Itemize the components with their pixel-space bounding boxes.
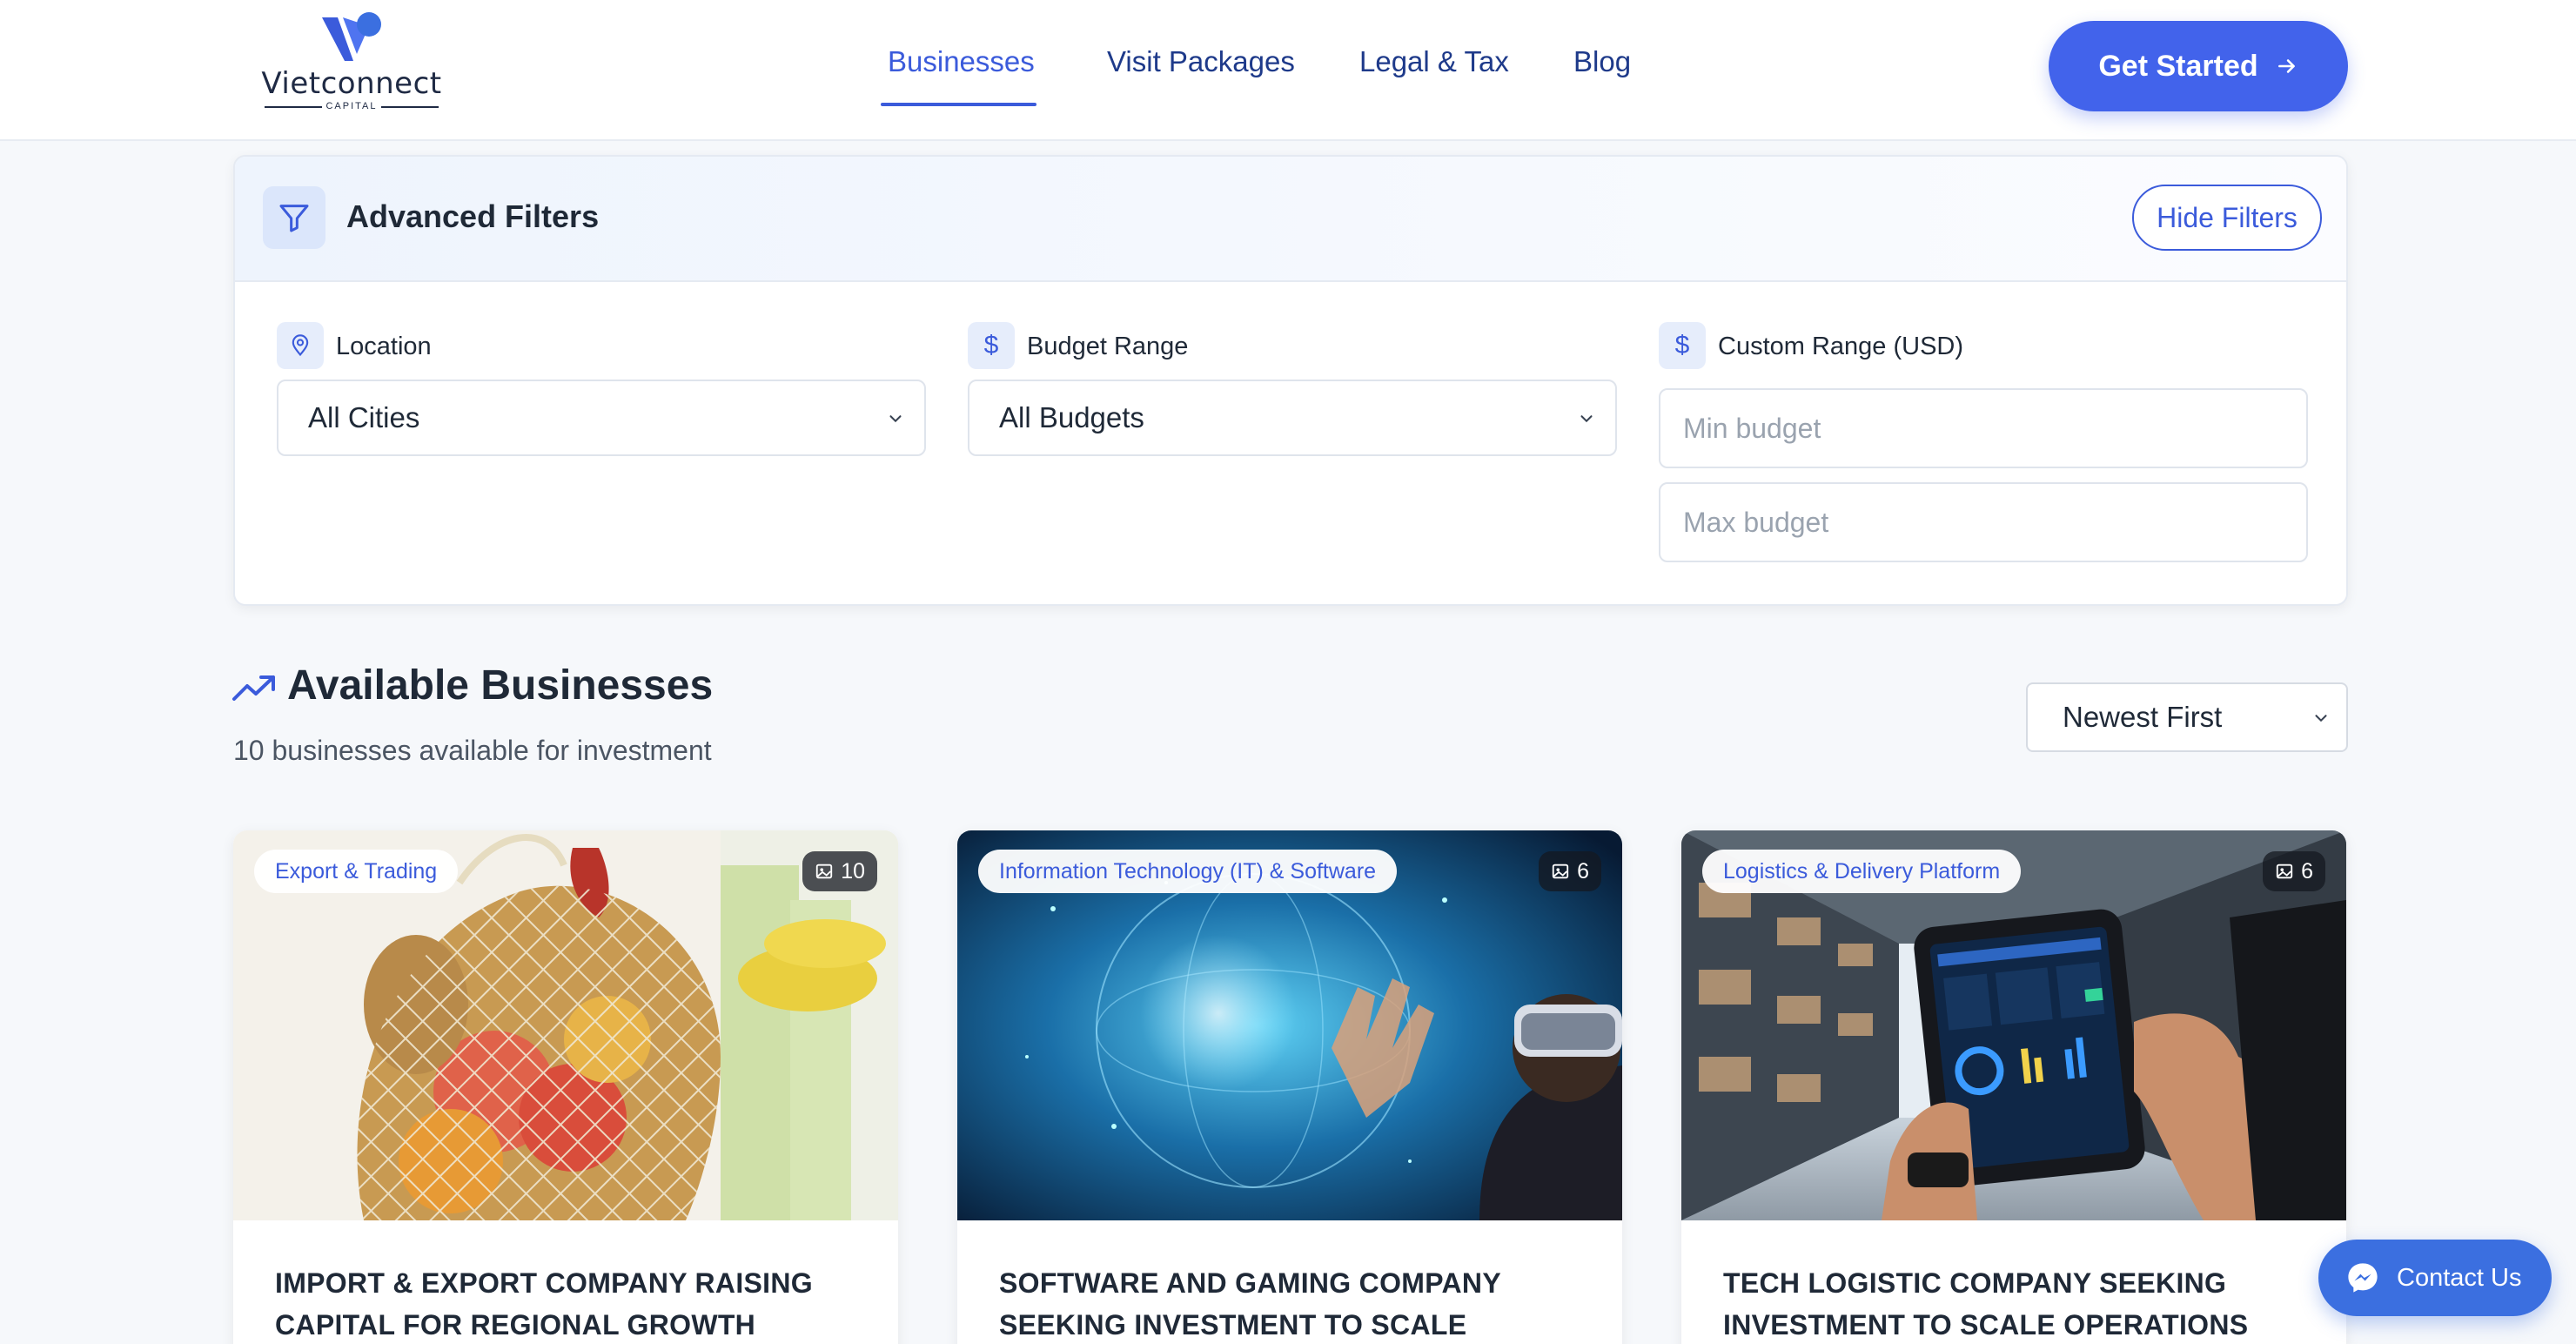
location-select[interactable]: All Cities — [277, 380, 926, 456]
image-count: 6 — [2301, 858, 2313, 884]
site-header: Vietconnect CAPITAL Businesses Visit Pac… — [0, 0, 2576, 141]
get-started-button[interactable]: Get Started — [2049, 21, 2348, 111]
chevron-down-icon — [889, 415, 902, 423]
image-icon — [816, 864, 833, 879]
arrow-right-icon — [2277, 59, 2295, 73]
custom-range-label-row: $ Custom Range (USD) — [1659, 322, 2308, 369]
budget-filter: $ Budget Range — [968, 322, 1617, 369]
advanced-filters-panel: Advanced Filters Hide Filters Location A… — [233, 155, 2348, 606]
brand-name: Vietconnect — [261, 66, 442, 101]
location-value: All Cities — [308, 401, 420, 433]
dollar-icon: $ — [1659, 322, 1706, 369]
location-filter: Location — [277, 322, 926, 369]
sort-select[interactable]: Newest First — [2026, 682, 2348, 752]
contact-us-label: Contact Us — [2397, 1263, 2522, 1292]
trending-up-icon — [232, 675, 275, 701]
image-count-badge: 6 — [2263, 851, 2325, 891]
nav-label: Businesses — [888, 45, 1035, 77]
max-budget-input[interactable]: Max budget — [1659, 482, 2308, 562]
business-image[interactable]: Logistics & Delivery Platform 6 — [1681, 830, 2346, 1220]
map-pin-icon — [277, 322, 324, 369]
image-icon — [1552, 864, 1569, 879]
nav-label: Legal & Tax — [1359, 45, 1509, 77]
category-badge: Logistics & Delivery Platform — [1702, 850, 2022, 893]
contact-us-button[interactable]: Contact Us — [2318, 1240, 2552, 1316]
listing-count: 10 businesses available for investment — [233, 735, 712, 766]
logo-mark-icon — [322, 12, 381, 61]
min-budget-placeholder: Min budget — [1683, 412, 1821, 444]
listing-title: Available Businesses — [287, 662, 714, 709]
filters-header: Advanced Filters Hide Filters — [235, 157, 2346, 282]
logo-divider-right — [381, 106, 439, 108]
business-title[interactable]: Tech Logistic Company Seeking Investment… — [1723, 1262, 2315, 1344]
dollar-icon: $ — [968, 322, 1015, 369]
active-indicator — [881, 103, 1036, 106]
image-count: 6 — [1577, 858, 1589, 884]
custom-range-label: Custom Range (USD) — [1718, 333, 1964, 360]
budget-select[interactable]: All Budgets — [968, 380, 1617, 456]
filters-title: Advanced Filters — [346, 198, 600, 234]
image-count-badge: 10 — [802, 851, 877, 891]
business-card[interactable]: Export & Trading 10 Import & Export Comp… — [233, 830, 898, 1344]
brand-logo[interactable]: Vietconnect CAPITAL — [256, 10, 447, 111]
nav-item-blog[interactable]: Blog — [1573, 45, 1631, 103]
business-card[interactable]: Logistics & Delivery Platform 6 Tech Log… — [1681, 830, 2346, 1344]
min-budget-input[interactable]: Min budget — [1659, 388, 2308, 468]
location-label: Location — [336, 333, 432, 360]
hide-filters-button[interactable]: Hide Filters — [2132, 185, 2322, 251]
business-card[interactable]: Information Technology (IT) & Software 6… — [957, 830, 1622, 1344]
location-label-row: Location — [277, 322, 926, 369]
chevron-down-icon — [1580, 415, 1593, 423]
messenger-icon — [2348, 1263, 2378, 1293]
business-image[interactable]: Export & Trading 10 — [233, 830, 898, 1220]
filter-icon-box — [263, 186, 325, 249]
image-icon — [2276, 864, 2293, 879]
image-count-badge: 6 — [1539, 851, 1601, 891]
get-started-label: Get Started — [2098, 49, 2258, 83]
nav-item-visit-packages[interactable]: Visit Packages — [1107, 45, 1295, 103]
filter-funnel-icon — [279, 205, 309, 232]
category-badge: Information Technology (IT) & Software — [978, 850, 1398, 893]
business-title[interactable]: Import & Export Company Raising Capital … — [275, 1262, 867, 1344]
image-count: 10 — [841, 858, 865, 884]
business-title[interactable]: Software and Gaming Company Seeking Inve… — [999, 1262, 1591, 1344]
budget-label: Budget Range — [1027, 333, 1189, 360]
nav-item-legal-tax[interactable]: Legal & Tax — [1359, 45, 1509, 103]
category-badge: Export & Trading — [254, 850, 459, 893]
budget-value: All Budgets — [999, 401, 1144, 433]
nav-label: Visit Packages — [1107, 45, 1295, 77]
max-budget-placeholder: Max budget — [1683, 506, 1829, 538]
nav-label: Blog — [1573, 45, 1632, 77]
custom-range-filter: $ Custom Range (USD) — [1659, 322, 2308, 369]
nav-item-businesses[interactable]: Businesses — [881, 45, 1036, 106]
sort-value: Newest First — [2063, 701, 2223, 733]
business-image[interactable]: Information Technology (IT) & Software 6 — [957, 830, 1622, 1220]
chevron-down-icon — [2315, 715, 2327, 722]
budget-label-row: $ Budget Range — [968, 322, 1617, 369]
